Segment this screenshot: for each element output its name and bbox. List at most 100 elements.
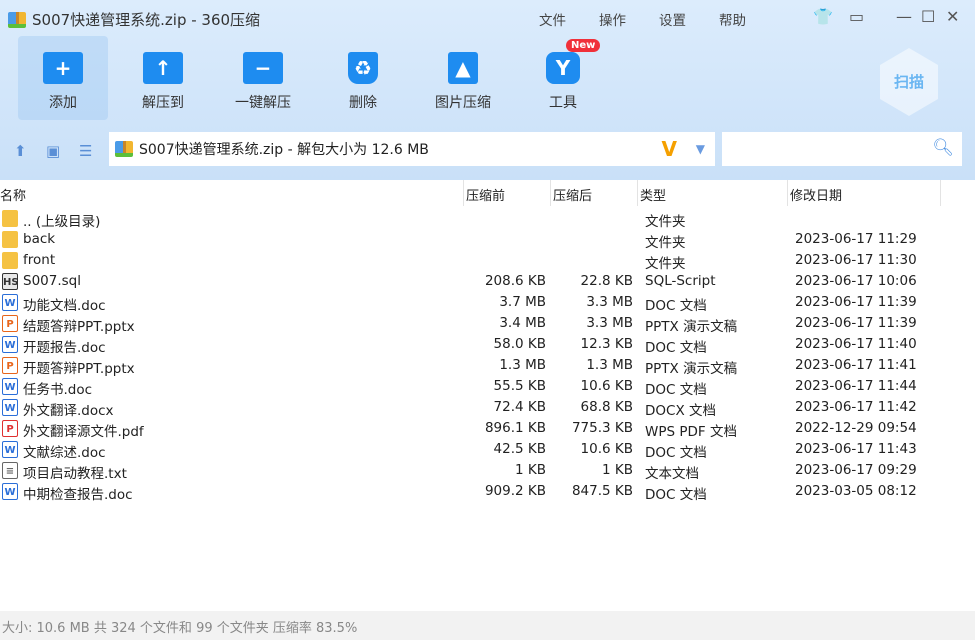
file-type: PPTX 演示文稿 [645,319,738,335]
file-packed-size: 68.8 KB [580,399,633,415]
file-size: 896.1 KB [484,420,546,436]
menu-settings[interactable]: 设置 [659,9,686,29]
maximize-button[interactable]: ☐ [921,7,935,26]
image-compress-icon: ▲ [448,52,478,84]
file-type: 文本文档 [645,466,699,482]
divider [463,180,464,206]
file-name: 开题答辩PPT.pptx [23,361,135,377]
file-packed-size: 12.3 KB [580,336,633,352]
menu-file[interactable]: 文件 [539,9,566,29]
divider [550,180,551,206]
file-date: 2022-12-29 09:54 [795,420,917,436]
file-row[interactable]: W 中期检查报告.doc 909.2 KB 847.5 KB DOC 文档 20… [0,481,975,503]
status-bar: 大小: 10.6 MB 共 324 个文件和 99 个文件夹 压缩率 83.5% [0,611,975,640]
file-size: 3.7 MB [499,294,546,310]
menu-operate[interactable]: 操作 [599,9,626,29]
one-click-extract-label: 一键解压 [235,95,291,111]
address-bar[interactable]: S007快递管理系统.zip - 解包大小为 12.6 MB V ▼ [109,132,715,166]
add-folder-icon: + [43,52,83,84]
file-size: 42.5 KB [493,441,546,457]
file-name: 外文翻译源文件.pdf [23,424,144,440]
file-packed-size: 775.3 KB [571,420,633,436]
file-type: PPTX 演示文稿 [645,361,738,377]
file-date: 2023-06-17 11:41 [795,357,917,373]
file-row[interactable]: .. (上级目录) 文件夹 [0,208,975,230]
doc-icon: W [2,378,18,395]
search-input[interactable]: 🔍︎ [722,132,962,166]
doc-icon: W [2,294,18,311]
file-row[interactable]: W 任务书.doc 55.5 KB 10.6 KB DOC 文档 2023-06… [0,376,975,398]
doc-icon: W [2,441,18,458]
delete-label: 删除 [349,95,377,111]
address-text: S007快递管理系统.zip - 解包大小为 12.6 MB [139,142,429,158]
menu-help[interactable]: 帮助 [719,9,746,29]
file-type: DOC 文档 [645,487,707,503]
extract-to-icon: ↑ [143,52,183,84]
search-icon[interactable]: 🔍︎ [932,138,954,158]
doc-icon: W [2,399,18,416]
file-name: 外文翻译.docx [23,403,114,419]
tools-label: 工具 [549,95,577,111]
file-row[interactable]: ≡ 项目启动教程.txt 1 KB 1 KB 文本文档 2023-06-17 0… [0,460,975,482]
file-row[interactable]: P 开题答辩PPT.pptx 1.3 MB 1.3 MB PPTX 演示文稿 2… [0,355,975,377]
image-compress-button[interactable]: ▲ 图片压缩 [418,36,508,120]
ppt-icon: P [2,315,18,332]
dropdown-icon[interactable]: ▼ [696,142,705,156]
col-date[interactable]: 修改日期 [790,185,842,204]
file-date: 2023-06-17 11:39 [795,294,917,310]
file-size: 3.4 MB [499,315,546,331]
view-list-icon[interactable]: ☰ [79,142,92,160]
v-logo-icon[interactable]: V [662,137,677,161]
column-header: 名称 压缩前 压缩后 类型 修改日期 [0,180,975,206]
skin-icon[interactable]: 👕 [813,7,833,26]
close-button[interactable]: ✕ [946,7,959,26]
folder-icon [2,231,18,248]
file-size: 72.4 KB [493,399,546,415]
add-button[interactable]: + 添加 [18,36,108,120]
window-title: S007快递管理系统.zip - 360压缩 [8,9,260,30]
folder-icon [2,252,18,269]
file-packed-size: 847.5 KB [571,483,633,499]
txt-icon: ≡ [2,462,18,479]
doc-icon: W [2,336,18,353]
file-type: 文件夹 [645,235,686,251]
file-date: 2023-06-17 09:29 [795,462,917,478]
file-type: SQL-Script [645,273,716,289]
file-row[interactable]: W 文献综述.doc 42.5 KB 10.6 KB DOC 文档 2023-0… [0,439,975,461]
file-row[interactable]: front 文件夹 2023-06-17 11:30 [0,250,975,272]
file-packed-size: 22.8 KB [580,273,633,289]
file-row[interactable]: W 功能文档.doc 3.7 MB 3.3 MB DOC 文档 2023-06-… [0,292,975,314]
file-date: 2023-03-05 08:12 [795,483,917,499]
file-row[interactable]: P 结题答辩PPT.pptx 3.4 MB 3.3 MB PPTX 演示文稿 2… [0,313,975,335]
file-row[interactable]: P 外文翻译源文件.pdf 896.1 KB 775.3 KB WPS PDF … [0,418,975,440]
col-packed[interactable]: 压缩后 [553,185,592,204]
col-name[interactable]: 名称 [0,185,26,204]
folder-icon [2,210,18,227]
feedback-icon[interactable]: ▭ [849,7,864,26]
minimize-button[interactable]: — [896,7,912,26]
col-size[interactable]: 压缩前 [466,185,505,204]
file-row[interactable]: back 文件夹 2023-06-17 11:29 [0,229,975,251]
one-click-extract-button[interactable]: − 一键解压 [218,36,308,120]
extract-to-button[interactable]: ↑ 解压到 [118,36,208,120]
file-row[interactable]: W 开题报告.doc 58.0 KB 12.3 KB DOC 文档 2023-0… [0,334,975,356]
file-date: 2023-06-17 11:44 [795,378,917,394]
file-name: .. (上级目录) [23,214,101,230]
file-type: DOCX 文档 [645,403,716,419]
doc-icon: W [2,483,18,500]
file-date: 2023-06-17 11:42 [795,399,917,415]
file-date: 2023-06-17 11:43 [795,441,917,457]
file-name: 结题答辩PPT.pptx [23,319,135,335]
file-row[interactable]: HS S007.sql 208.6 KB 22.8 KB SQL-Script … [0,271,975,292]
delete-icon: ♻ [348,52,378,84]
file-size: 55.5 KB [493,378,546,394]
view-thumbnail-icon[interactable]: ▣ [46,142,60,160]
col-type[interactable]: 类型 [640,185,666,204]
delete-button[interactable]: ♻ 删除 [318,36,408,120]
up-icon[interactable]: ⬆ [14,142,27,160]
file-name: 中期检查报告.doc [23,487,133,503]
file-packed-size: 1 KB [602,462,633,478]
title-text: S007快递管理系统.zip - 360压缩 [32,11,261,29]
file-packed-size: 3.3 MB [586,294,633,310]
file-row[interactable]: W 外文翻译.docx 72.4 KB 68.8 KB DOCX 文档 2023… [0,397,975,419]
